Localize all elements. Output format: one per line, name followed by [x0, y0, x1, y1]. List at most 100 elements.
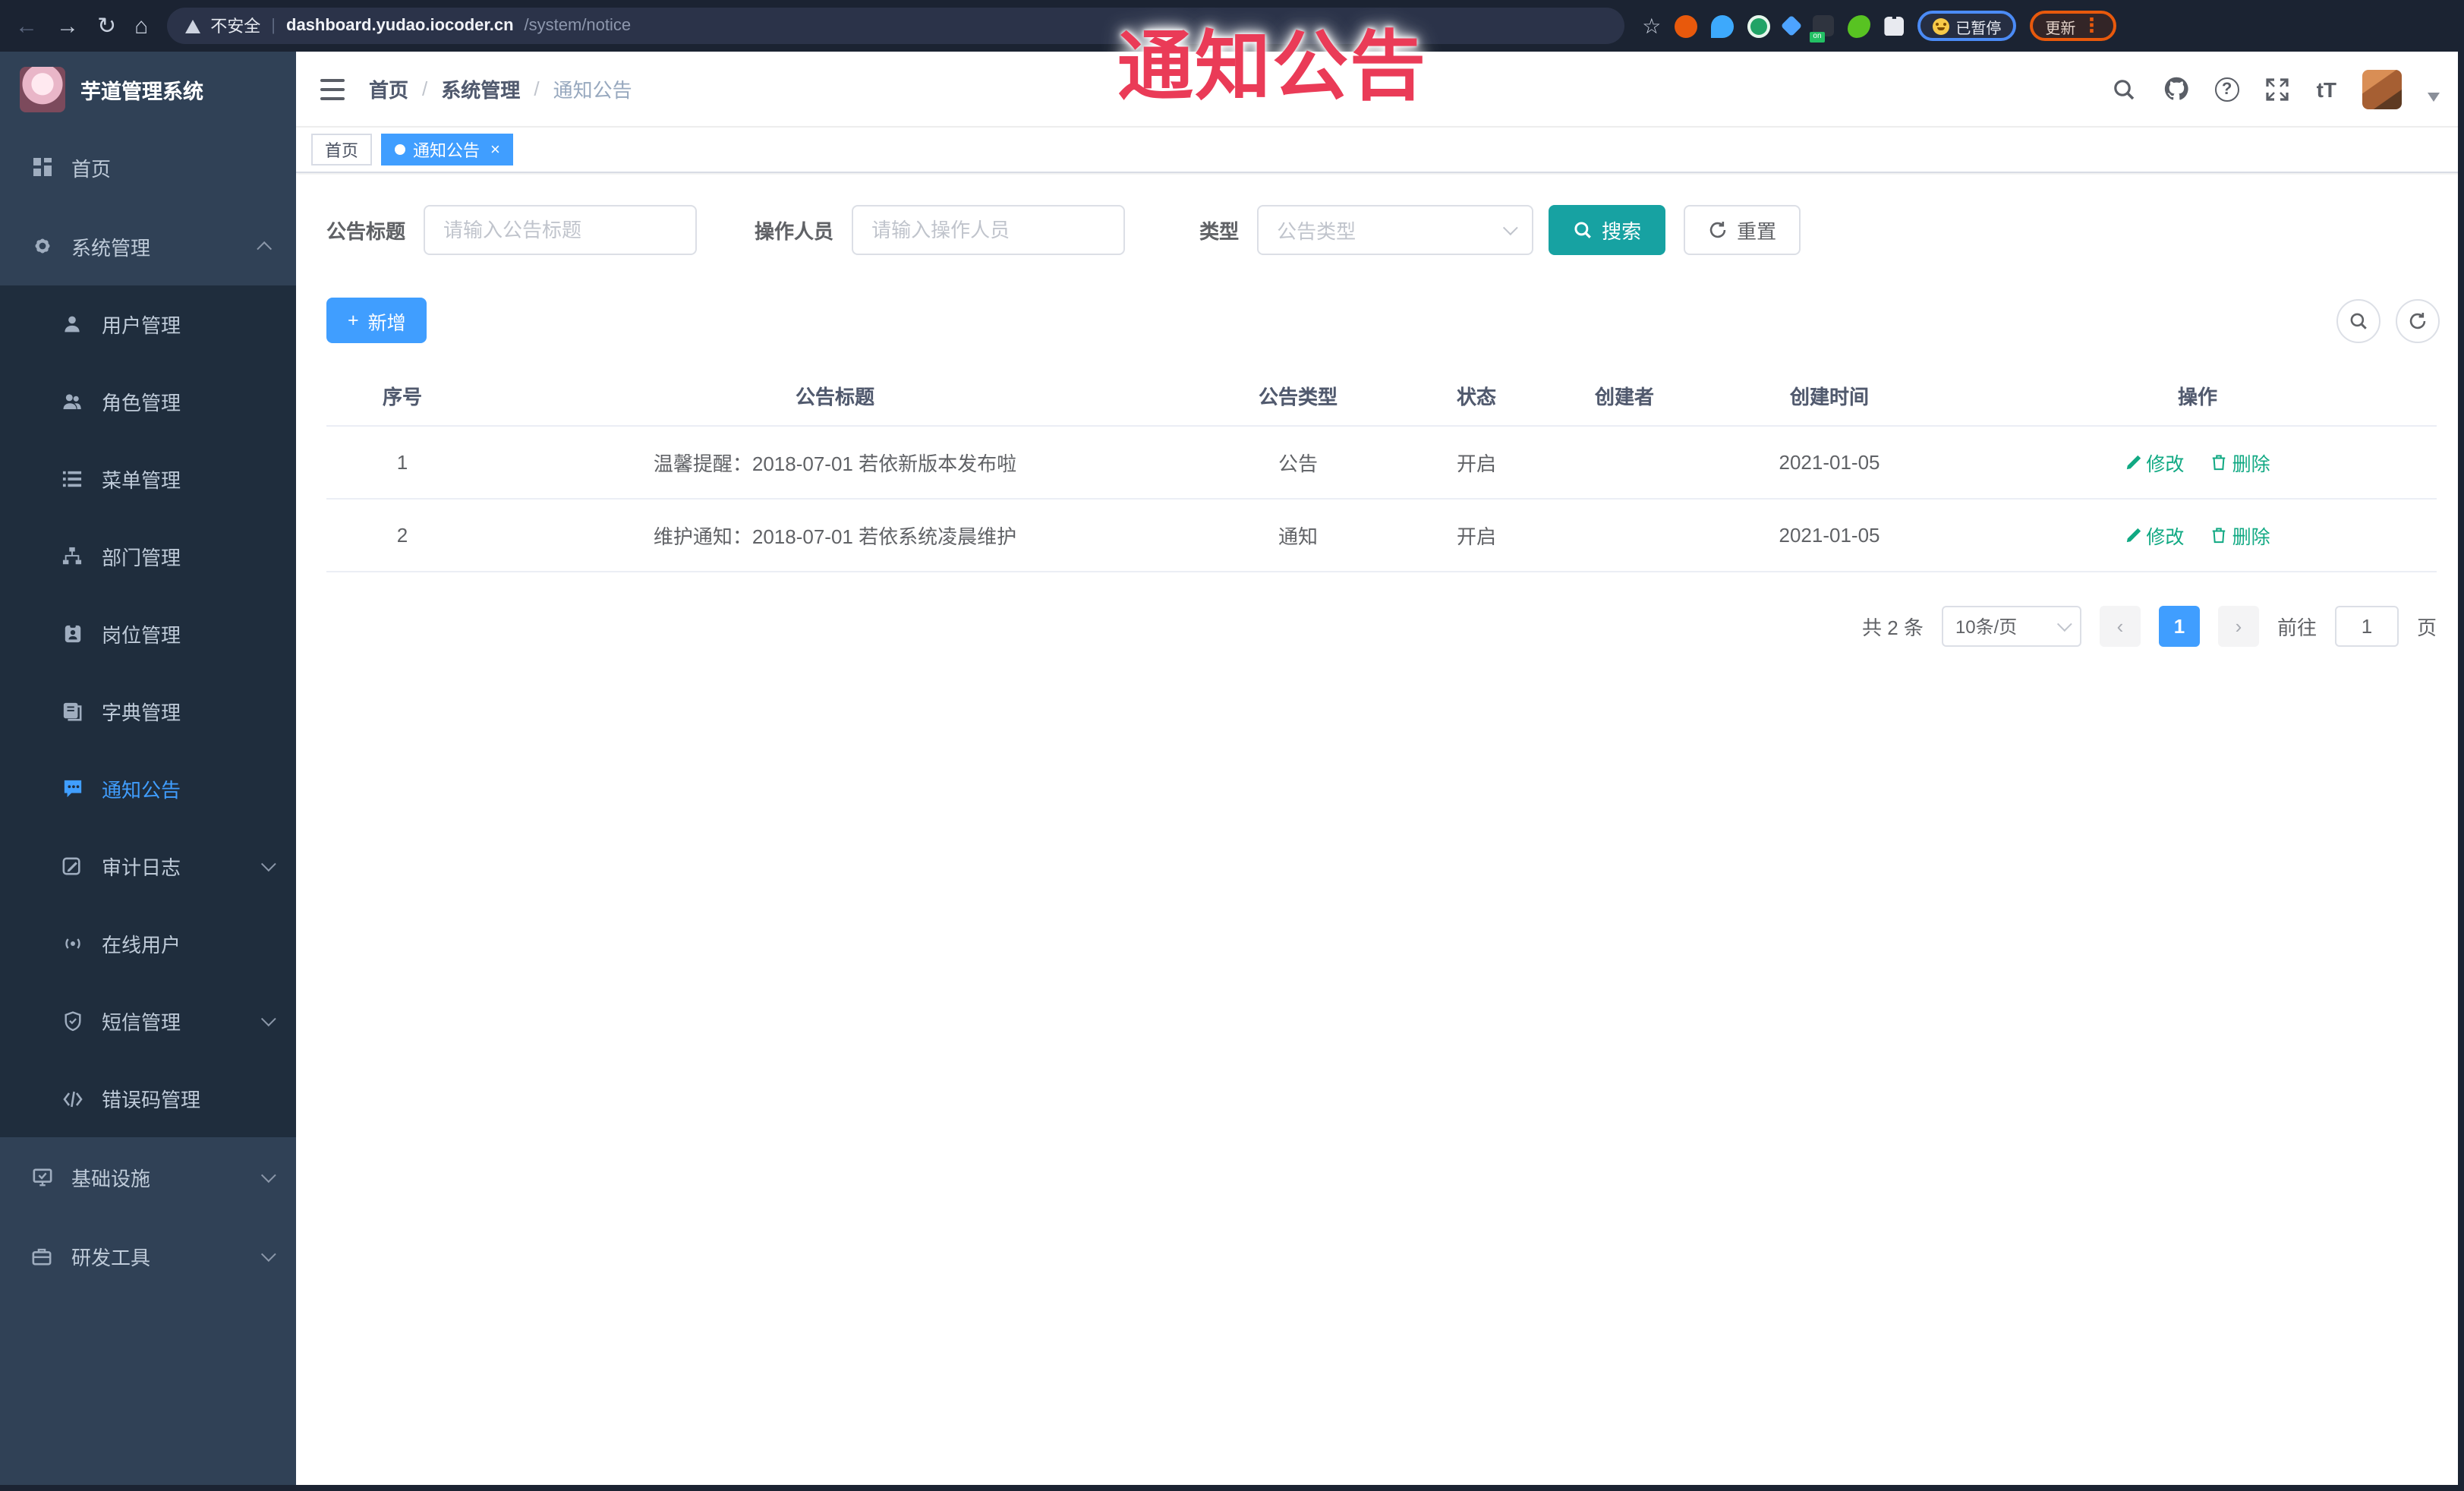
- sidebar-item-system[interactable]: 系统管理: [0, 206, 296, 285]
- sidebar-item-menus[interactable]: 菜单管理: [0, 440, 296, 518]
- breadcrumb-separator: /: [534, 77, 540, 100]
- search-button[interactable]: 搜索: [1549, 205, 1666, 255]
- chevron-down-icon: [260, 856, 276, 872]
- browser-home-icon[interactable]: ⌂: [134, 14, 148, 37]
- next-page-button[interactable]: ›: [2217, 605, 2259, 646]
- browser-menu-icon[interactable]: ⋮: [2081, 14, 2101, 38]
- sidebar-item-audit-log[interactable]: 审计日志: [0, 827, 296, 905]
- operator-input[interactable]: [852, 205, 1126, 255]
- prev-page-button[interactable]: ‹: [2099, 605, 2141, 646]
- navbar-actions: ? tT: [2112, 69, 2440, 109]
- edit-link-label: 修改: [2146, 526, 2185, 547]
- main-content: 公告标题 操作人员 类型 公告类型 搜索 重置 + 新增: [296, 175, 2464, 1491]
- browser-back-icon[interactable]: ←: [15, 14, 38, 37]
- refresh-circle-button[interactable]: [2396, 298, 2440, 342]
- delete-link[interactable]: 删除: [2211, 447, 2270, 476]
- operator-label: 操作人员: [755, 220, 834, 243]
- user-avatar[interactable]: [2362, 69, 2402, 109]
- font-size-icon[interactable]: tT: [2317, 77, 2336, 101]
- chevron-down-icon: [260, 1167, 276, 1183]
- browser-forward-icon[interactable]: →: [56, 14, 79, 37]
- sidebar-item-label: 菜单管理: [102, 469, 181, 492]
- pagination: 共 2 条 10条/页 ‹ 1 › 前往 页: [326, 605, 2437, 646]
- type-label: 类型: [1199, 220, 1240, 243]
- code-icon: [61, 1087, 83, 1110]
- cell-no: 2: [326, 498, 478, 572]
- extension-orange-icon[interactable]: [1675, 14, 1698, 37]
- toggle-search-circle-button[interactable]: [2336, 298, 2381, 342]
- user-menu-caret-icon[interactable]: [2428, 92, 2440, 101]
- page-number-button[interactable]: 1: [2158, 605, 2200, 646]
- notice-table: 序号 公告标题 公告类型 状态 创建者 创建时间 操作 1 温馨提醒：2018-…: [326, 367, 2437, 572]
- bookmark-star-icon[interactable]: ☆: [1642, 13, 1661, 39]
- tab-home[interactable]: 首页: [311, 134, 372, 165]
- cell-type: 公告: [1192, 425, 1404, 499]
- extension-leaf-icon[interactable]: [1848, 14, 1871, 37]
- reset-button[interactable]: 重置: [1684, 205, 1801, 255]
- delete-link-label: 删除: [2232, 453, 2270, 474]
- delete-link[interactable]: 删除: [2211, 520, 2270, 549]
- sidebar-item-dictionary[interactable]: 字典管理: [0, 673, 296, 750]
- sidebar-logo-row[interactable]: 芋道管理系统: [0, 52, 296, 128]
- sidebar-item-dev-tools[interactable]: 研发工具: [0, 1216, 296, 1295]
- paused-chip[interactable]: 已暂停: [1917, 11, 2017, 41]
- notice-type-select[interactable]: 公告类型: [1257, 205, 1534, 255]
- security-label: 不安全: [210, 18, 261, 36]
- goto-page-input[interactable]: [2334, 605, 2399, 646]
- sidebar-item-infrastructure[interactable]: 基础设施: [0, 1137, 296, 1216]
- table-header-row: 序号 公告标题 公告类型 状态 创建者 创建时间 操作: [326, 367, 2437, 426]
- table-toolbar: + 新增: [326, 298, 2440, 343]
- breadcrumb-home[interactable]: 首页: [369, 74, 408, 103]
- tab-close-icon[interactable]: ×: [490, 140, 500, 159]
- url-host: dashboard.yudao.iocoder.cn: [286, 17, 514, 35]
- browser-reload-icon[interactable]: ↻: [97, 14, 116, 37]
- sidebar-item-label: 短信管理: [102, 1011, 181, 1034]
- delete-link-label: 删除: [2232, 526, 2270, 547]
- sidebar-item-users[interactable]: 用户管理: [0, 285, 296, 363]
- app-logo: [20, 67, 65, 112]
- chevron-down-icon: [260, 1246, 276, 1262]
- page-size-select[interactable]: 10条/页: [1941, 605, 2081, 646]
- shield-icon: [61, 1010, 83, 1032]
- table-row: 1 温馨提醒：2018-07-01 若依新版本发布啦 公告 开启 2021-01…: [326, 425, 2437, 499]
- sidebar-item-departments[interactable]: 部门管理: [0, 518, 296, 595]
- add-button[interactable]: + 新增: [326, 298, 427, 343]
- sidebar-submenu-system: 用户管理 角色管理 菜单管理 部门管理 岗位管理 字典管理 通知公告 审计日志 …: [0, 285, 296, 1137]
- extension-diamond-icon[interactable]: [1781, 14, 1803, 37]
- sidebar-item-error-codes[interactable]: 错误码管理: [0, 1060, 296, 1137]
- help-icon[interactable]: ?: [2214, 77, 2239, 101]
- col-no: 序号: [326, 367, 478, 426]
- menu-list-icon: [61, 468, 83, 490]
- sidebar-item-sms[interactable]: 短信管理: [0, 982, 296, 1060]
- sidebar-toggle-icon[interactable]: [320, 78, 345, 99]
- sidebar-item-posts[interactable]: 岗位管理: [0, 595, 296, 673]
- extension-switch-icon[interactable]: on: [1810, 15, 1835, 43]
- edit-link[interactable]: 修改: [2125, 520, 2184, 549]
- sidebar-item-label: 审计日志: [102, 856, 181, 879]
- cell-creator: [1549, 498, 1700, 572]
- breadcrumb-system[interactable]: 系统管理: [441, 74, 520, 103]
- extensions-puzzle-icon[interactable]: [1884, 16, 1905, 36]
- col-creator: 创建者: [1549, 367, 1700, 426]
- chevron-down-icon: [260, 1011, 276, 1027]
- fullscreen-icon[interactable]: [2265, 76, 2291, 102]
- tab-label: 通知公告: [413, 142, 480, 160]
- search-icon[interactable]: [2112, 76, 2138, 102]
- sidebar-item-roles[interactable]: 角色管理: [0, 363, 296, 440]
- update-chip[interactable]: 更新 ⋮: [2030, 11, 2117, 41]
- cell-title: 维护通知：2018-07-01 若依系统凌晨维护: [478, 498, 1192, 572]
- paused-chip-label: 已暂停: [1955, 20, 2002, 37]
- extension-pin-icon[interactable]: [1711, 14, 1735, 37]
- github-icon[interactable]: [2163, 76, 2189, 102]
- tags-view-bar: 首页 通知公告 ×: [296, 128, 2464, 173]
- sidebar-item-home[interactable]: 首页: [0, 128, 296, 206]
- notice-title-input[interactable]: [424, 205, 698, 255]
- sidebar-item-notice[interactable]: 通知公告: [0, 750, 296, 827]
- sidebar-item-online-users[interactable]: 在线用户: [0, 905, 296, 982]
- sidebar-item-label: 岗位管理: [102, 624, 181, 647]
- tab-notice[interactable]: 通知公告 ×: [381, 134, 514, 165]
- edit-link[interactable]: 修改: [2125, 447, 2184, 476]
- cell-no: 1: [326, 425, 478, 499]
- sidebar-item-label: 错误码管理: [102, 1089, 201, 1111]
- extension-green-icon[interactable]: [1747, 14, 1771, 37]
